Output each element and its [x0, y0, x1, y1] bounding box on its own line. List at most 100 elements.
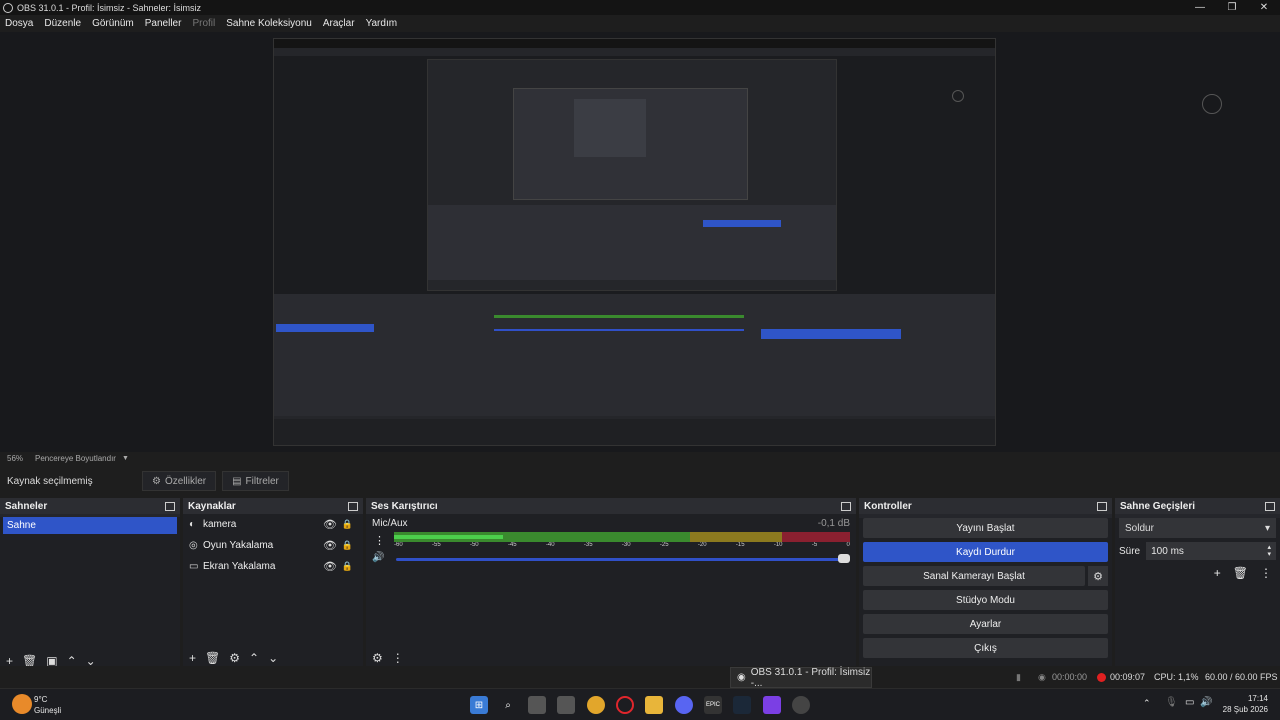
studio-mode-button[interactable]: Stüdyo Modu	[863, 590, 1108, 610]
discord-icon[interactable]	[675, 696, 693, 714]
scene-item[interactable]: Sahne	[3, 517, 177, 534]
filters-button[interactable]: ▤ Filtreler	[222, 471, 289, 491]
spin-arrows-icon[interactable]: ▴ ▾	[1267, 544, 1271, 558]
task-view-icon[interactable]	[528, 696, 546, 714]
gear-icon: ⚙	[152, 475, 161, 487]
volume-slider[interactable]	[396, 558, 844, 561]
transitions-header: Sahne Geçişleri	[1115, 498, 1280, 514]
network-icon[interactable]: ▭	[1185, 697, 1194, 708]
start-virtual-cam-button[interactable]: Sanal Kamerayı Başlat	[863, 566, 1085, 586]
duration-row: Süre 100 ms ▴ ▾	[1119, 542, 1276, 560]
taskbar-preview-popup[interactable]: ◉ OBS 31.0.1 - Profil: İsimsiz -...	[730, 667, 872, 689]
menu-tools[interactable]: Araçlar	[323, 18, 355, 29]
opera-icon[interactable]	[616, 696, 634, 714]
steam-icon[interactable]	[733, 696, 751, 714]
trash-icon[interactable]: 🗑	[205, 651, 220, 665]
maximize-button[interactable]: ❐	[1216, 0, 1248, 15]
advanced-audio-icon[interactable]: ⚙	[372, 651, 383, 665]
undock-icon[interactable]	[1265, 501, 1275, 511]
source-item[interactable]: ◎ Oyun Yakalama 👁 🔒	[183, 535, 363, 556]
properties-button[interactable]: ⚙ Özellikler	[142, 471, 217, 491]
close-button[interactable]: ✕	[1248, 0, 1280, 15]
menu-profile[interactable]: Profil	[192, 18, 215, 29]
undock-icon[interactable]	[348, 501, 358, 511]
minimize-button[interactable]: —	[1184, 0, 1216, 15]
obs-taskbar-icon[interactable]	[792, 696, 810, 714]
zoom-fit-label[interactable]: Pencereye Boyutlandır	[35, 454, 116, 463]
channel-db: -0,1 dB	[817, 518, 850, 529]
speaker-icon[interactable]: 🔊	[372, 552, 384, 563]
menu-view[interactable]: Görünüm	[92, 18, 134, 29]
trash-icon[interactable]: 🗑	[1233, 566, 1248, 580]
chevron-down-icon[interactable]: ▼	[122, 455, 129, 462]
source-item[interactable]: ▭ Ekran Yakalama 👁 🔒	[183, 556, 363, 577]
gear-icon[interactable]: ⚙	[229, 651, 240, 665]
preview-canvas[interactable]	[0, 32, 1280, 452]
eye-icon[interactable]: 👁	[323, 560, 337, 573]
folder-icon[interactable]	[645, 696, 663, 714]
mixer-toolbar: ⚙ ⋮	[366, 650, 856, 666]
meter-tick-label: -25	[659, 542, 669, 548]
scenes-list: Sahne + 🗑 ▣ ⌃ ⌄	[0, 517, 180, 669]
visual-studio-icon[interactable]	[763, 696, 781, 714]
controls-header: Kontroller	[859, 498, 1112, 514]
kebab-menu-icon[interactable]: ⋮	[392, 651, 404, 665]
chevron-down-icon: ▾	[1264, 522, 1270, 534]
speaker-icon[interactable]: 🔊	[1200, 697, 1212, 708]
menu-edit[interactable]: Düzenle	[44, 18, 81, 29]
kebab-menu-icon[interactable]: ⋮	[1260, 566, 1272, 580]
menu-scene-collection[interactable]: Sahne Koleksiyonu	[226, 18, 312, 29]
sources-toolbar: + 🗑 ⚙ ⌃ ⌄	[183, 650, 363, 666]
undock-icon[interactable]	[165, 501, 175, 511]
menu-file[interactable]: Dosya	[5, 18, 33, 29]
undock-icon[interactable]	[1097, 501, 1107, 511]
search-icon[interactable]: ⌕	[499, 696, 517, 714]
volume-slider-handle[interactable]	[838, 554, 850, 563]
meter-tick-label: -5	[811, 542, 818, 548]
duration-value: 100 ms	[1151, 545, 1184, 557]
settings-button[interactable]: Ayarlar	[863, 614, 1108, 634]
stop-recording-button[interactable]: Kaydı Durdur	[863, 542, 1108, 562]
monitor-icon: ▭	[189, 561, 199, 572]
meter-tick-label: -35	[583, 542, 593, 548]
transitions-dock: Sahne Geçişleri Soldur ▾ Süre 100 ms ▴ ▾ …	[1115, 498, 1280, 670]
transitions-body: Soldur ▾ Süre 100 ms ▴ ▾ + 🗑 ⋮	[1115, 518, 1280, 670]
epic-games-icon[interactable]: EPIC	[704, 696, 722, 714]
signal-icon: ▮	[1016, 671, 1021, 682]
transition-select[interactable]: Soldur ▾	[1119, 518, 1276, 538]
meter-tick-label: -40	[545, 542, 555, 548]
exit-button[interactable]: Çıkış	[863, 638, 1108, 658]
arrow-down-icon[interactable]: ⌄	[268, 651, 278, 665]
clock-time[interactable]: 17:14	[1248, 694, 1268, 703]
arrow-up-icon[interactable]: ⌃	[249, 651, 259, 665]
lock-icon[interactable]: 🔒	[342, 540, 353, 551]
camera-icon: ◐	[189, 519, 196, 530]
chevron-up-icon[interactable]: ⌃	[1143, 698, 1151, 709]
eye-icon[interactable]: 👁	[323, 539, 337, 552]
weather-icon[interactable]	[12, 694, 32, 714]
start-icon[interactable]: ⊞	[470, 696, 488, 714]
add-icon[interactable]: +	[189, 651, 196, 665]
nested-menu	[274, 48, 995, 56]
widgets-icon[interactable]	[557, 696, 575, 714]
gamepad-icon: ◎	[189, 540, 198, 551]
eye-icon[interactable]: 👁	[323, 518, 337, 531]
microphone-icon[interactable]: 🎙	[1165, 697, 1178, 708]
start-stream-button[interactable]: Yayını Başlat	[863, 518, 1108, 538]
chrome-icon[interactable]	[587, 696, 605, 714]
undock-icon[interactable]	[841, 501, 851, 511]
properties-label: Özellikler	[164, 475, 207, 487]
duration-spinbox[interactable]: 100 ms ▴ ▾	[1146, 542, 1276, 560]
lock-icon[interactable]: 🔒	[342, 561, 353, 572]
meter-tick-label: -30	[621, 542, 631, 548]
sources-list: ◐ kamera 👁 🔒 ◎ Oyun Yakalama 👁 🔒 ▭ Ekran…	[183, 514, 363, 666]
add-icon[interactable]: +	[1214, 566, 1221, 580]
menu-bar: Dosya Düzenle Görünüm Paneller Profil Sa…	[0, 15, 1280, 32]
gear-icon[interactable]: ⚙	[1088, 566, 1108, 586]
source-item[interactable]: ◐ kamera 👁 🔒	[183, 514, 363, 535]
kebab-menu-icon[interactable]: ⋮	[374, 534, 385, 547]
clock-date[interactable]: 28 Şub 2026	[1223, 705, 1268, 714]
lock-icon[interactable]: 🔒	[342, 519, 353, 530]
menu-help[interactable]: Yardım	[366, 18, 398, 29]
menu-docks[interactable]: Paneller	[145, 18, 182, 29]
